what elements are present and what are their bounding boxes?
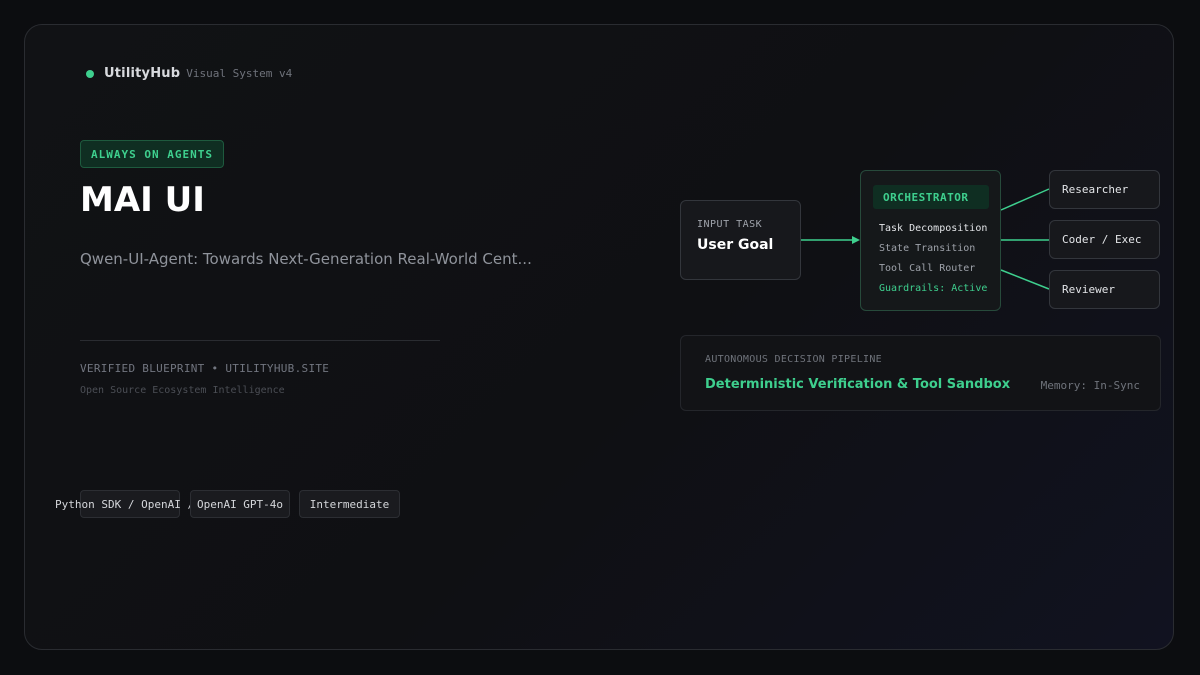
- tag-chip-label: OpenAI GPT-4o: [196, 497, 284, 511]
- tag-chip-label: Intermediate: [309, 497, 390, 511]
- agent-node-coder: Coder / Exec: [1049, 220, 1160, 259]
- memory-status: Memory: In-Sync: [1040, 379, 1140, 392]
- divider: [80, 340, 440, 341]
- orchestrator-item: Tool Call Router: [879, 263, 976, 274]
- agents-badge: ALWAYS ON AGENTS: [80, 140, 224, 168]
- brand: UtilityHub Visual System v4: [86, 66, 292, 81]
- agent-label: Reviewer: [1062, 283, 1115, 296]
- tag-chip-label: Python SDK / OpenAI /: [55, 497, 195, 511]
- input-task-node: INPUT TASK User Goal: [680, 200, 801, 280]
- agent-label: Coder / Exec: [1062, 233, 1142, 246]
- pipeline-title: Deterministic Verification & Tool Sandbo…: [705, 377, 1011, 392]
- orchestrator-guardrails: Guardrails: Active: [879, 283, 988, 294]
- agent-label: Researcher: [1062, 183, 1129, 196]
- input-task-label: INPUT TASK: [697, 219, 763, 230]
- brand-subtitle: Visual System v4: [186, 67, 293, 80]
- orchestrator-item: State Transition: [879, 243, 976, 254]
- orchestrator-title: ORCHESTRATOR: [873, 185, 989, 209]
- brand-name: UtilityHub: [104, 66, 181, 81]
- orchestrator-node: ORCHESTRATOR Task Decomposition State Tr…: [860, 170, 1001, 311]
- agent-node-reviewer: Reviewer: [1049, 270, 1160, 309]
- input-task-value: User Goal: [697, 237, 774, 253]
- page-title: MAI UI: [80, 180, 205, 220]
- verified-label: VERIFIED BLUEPRINT • UTILITYHUB.SITE: [80, 362, 330, 375]
- tag-chip-sdk[interactable]: Python SDK / OpenAI /: [55, 490, 194, 518]
- tag-chip-model[interactable]: OpenAI GPT-4o: [190, 490, 290, 518]
- agent-node-researcher: Researcher: [1049, 170, 1160, 209]
- status-dot-icon: [86, 69, 94, 78]
- ecosystem-tagline: Open Source Ecosystem Intelligence: [80, 385, 285, 396]
- page-subtitle: Qwen-UI-Agent: Towards Next-Generation R…: [80, 250, 532, 268]
- pipeline-panel: AUTONOMOUS DECISION PIPELINE Determinist…: [680, 335, 1161, 411]
- tag-chip-level[interactable]: Intermediate: [299, 490, 400, 518]
- orchestrator-item: Task Decomposition: [879, 223, 988, 234]
- pipeline-label: AUTONOMOUS DECISION PIPELINE: [705, 354, 882, 365]
